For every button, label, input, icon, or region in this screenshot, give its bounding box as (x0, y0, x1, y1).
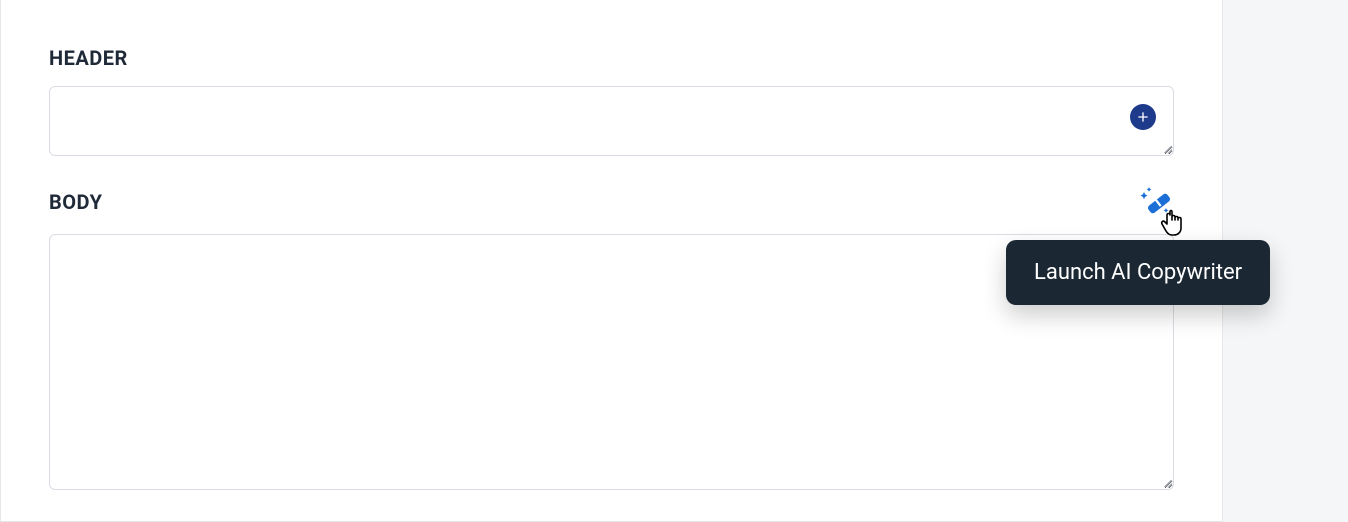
magic-wand-icon (1140, 186, 1172, 218)
body-row: BODY (49, 184, 1174, 220)
header-label: HEADER (49, 46, 1174, 70)
ai-copywriter-button[interactable] (1138, 184, 1174, 220)
plus-circle-icon (1135, 109, 1151, 125)
header-input[interactable] (49, 86, 1174, 156)
header-field-wrap (49, 86, 1174, 156)
add-header-button[interactable] (1130, 104, 1156, 130)
ai-copywriter-tooltip: Launch AI Copywriter (1006, 240, 1270, 305)
body-label: BODY (49, 190, 103, 214)
